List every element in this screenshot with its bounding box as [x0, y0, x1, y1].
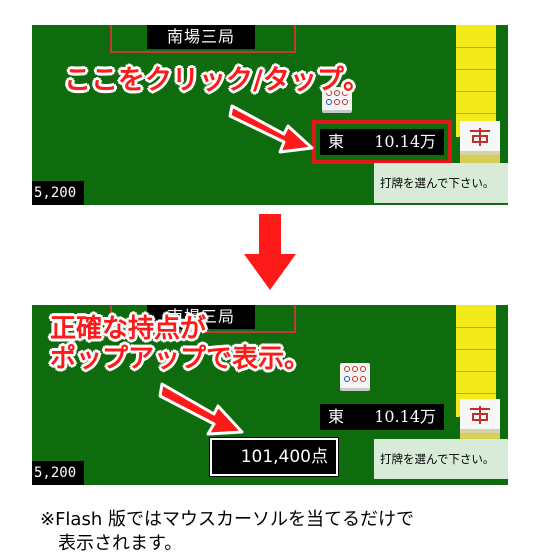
- table-divider-line: [110, 51, 296, 53]
- left-player-score: 5,200: [32, 181, 84, 205]
- highlight-frame: [312, 120, 452, 164]
- callout-popup-line2: ポップアップで表示。: [50, 344, 311, 374]
- tile-edge: [460, 155, 500, 163]
- exact-points-popup: 101,400点: [209, 437, 339, 477]
- table-divider-line: [110, 25, 112, 53]
- status-message: 打牌を選んで下さい。: [374, 163, 508, 203]
- table-divider-line: [294, 305, 296, 333]
- red-down-arrow-icon: [244, 214, 296, 290]
- red-arrow-icon: [228, 104, 314, 154]
- callout-click: ここをクリック/タップ。: [64, 65, 371, 96]
- circles-tile-icon: [340, 363, 370, 391]
- player-wind: 東: [328, 407, 345, 426]
- red-arrow-icon: [158, 382, 244, 436]
- footnote-line1: ※Flash 版ではマウスカーソルを当てるだけで: [40, 509, 414, 530]
- status-message: 打牌を選んで下さい。: [374, 439, 508, 479]
- east-wind-tile-icon: [460, 121, 500, 155]
- table-divider-line: [294, 25, 296, 53]
- player-score-button[interactable]: 東 10.14万: [320, 404, 444, 430]
- footnote: ※Flash 版ではマウスカーソルを当てるだけで 表示されます。: [40, 508, 540, 556]
- player-points-short: 10.14万: [374, 407, 436, 426]
- callout-popup-line1: 正確な持点が: [50, 314, 207, 344]
- east-wind-tile-icon: [460, 399, 500, 433]
- round-label: 南場三局: [147, 25, 255, 49]
- left-player-score: 5,200: [32, 461, 84, 485]
- footnote-line2: 表示されます。: [58, 533, 183, 554]
